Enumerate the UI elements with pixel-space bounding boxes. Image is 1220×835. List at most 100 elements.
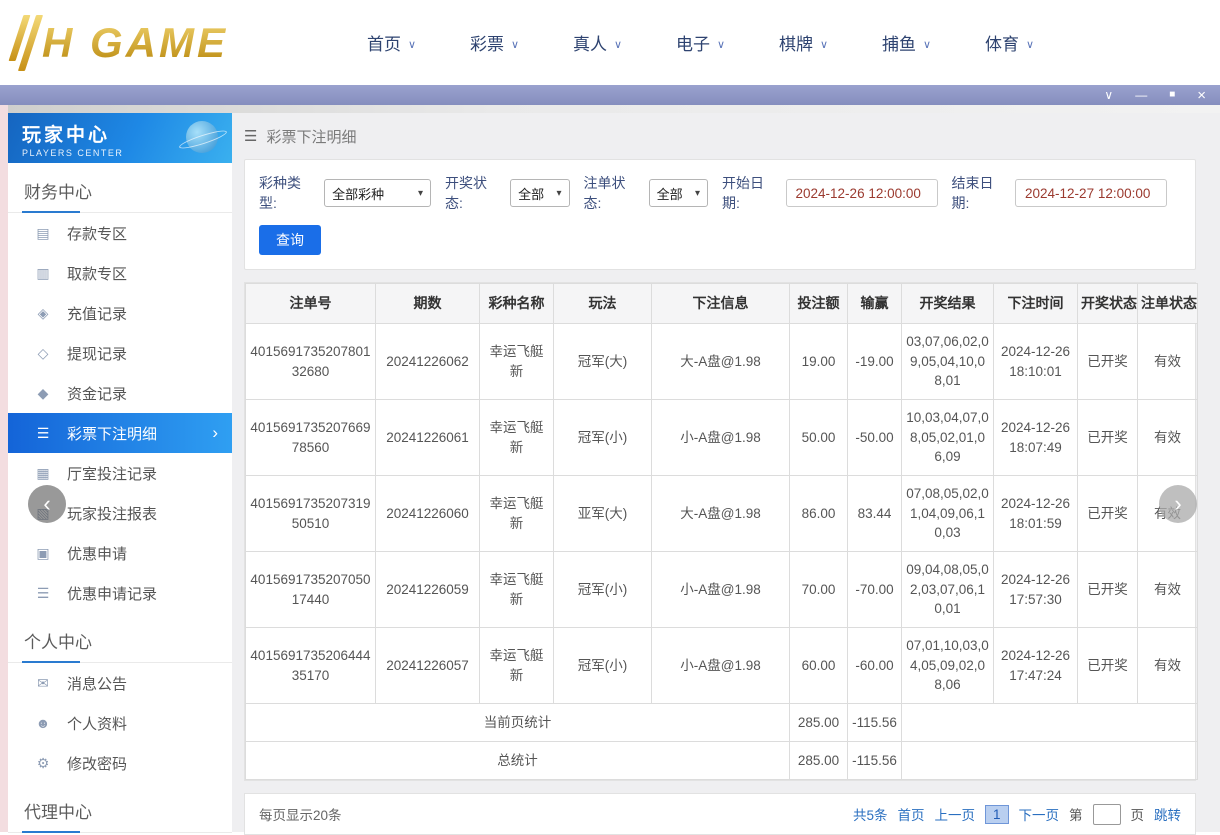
table-cell: 已开奖 (1077, 551, 1138, 628)
sidebar-item-promo-apply-records[interactable]: ☰ 优惠申请记录 (8, 573, 232, 613)
sidebar-item-label: 充值记录 (67, 305, 128, 323)
carousel-right-arrow[interactable]: › (1159, 485, 1197, 523)
table-cell: 401569173520731950510 (245, 475, 376, 552)
summary-bet-total: 285.00 (789, 741, 848, 780)
lottery-type-select[interactable]: 全部彩种 ▾ (324, 179, 431, 207)
table-cell: 幸运飞艇新 (479, 323, 554, 400)
table-cell: 401569173520780132680 (245, 323, 376, 400)
table-cell: 幸运飞艇新 (479, 551, 554, 628)
table-cell: 2024-12-26 18:10:01 (993, 323, 1078, 400)
summary-label: 当前页统计 (245, 703, 790, 742)
collapse-icon[interactable]: ∨ (1104, 89, 1113, 101)
chevron-down-icon: ∨ (716, 38, 726, 51)
table-cell: 幸运飞艇新 (479, 399, 554, 476)
sidebar-item-recharge-records[interactable]: ◈ 充值记录 (8, 293, 232, 333)
minimize-icon[interactable]: — (1135, 89, 1147, 101)
page-jump-input[interactable] (1092, 803, 1121, 825)
table-cell: 2024-12-26 17:57:30 (993, 551, 1078, 628)
maximize-icon[interactable]: ■ (1169, 90, 1175, 100)
section-personal-center: 个人中心 (8, 613, 232, 663)
chevron-down-icon: ▾ (417, 187, 423, 199)
first-page-link[interactable]: 首页 (897, 804, 924, 824)
table-cell: 09,04,08,05,02,03,07,06,10,01 (901, 551, 994, 628)
sidebar-item-withdraw-zone[interactable]: ▥ 取款专区 (8, 253, 232, 293)
nav-live[interactable]: 真人 ∨ (546, 30, 649, 55)
nav-home[interactable]: 首页 ∨ (340, 30, 443, 55)
page-summary-row: 当前页统计 285.00 -115.56 (245, 703, 1198, 742)
deposit-icon: ▤ (36, 224, 50, 241)
sidebar-item-lottery-bet-details[interactable]: ☰ 彩票下注明细 › (8, 413, 232, 453)
table-cell: 有效 (1137, 627, 1198, 704)
table-cell: 小-A盘@1.98 (651, 399, 790, 476)
site-logo[interactable]: H GAME (8, 14, 296, 71)
main-content: ☰ 彩票下注明细 彩种类型: 全部彩种 ▾ 开奖状态: 全部 ▾ 注单状态: 全… (232, 113, 1220, 835)
sidebar-item-announcements[interactable]: ✉ 消息公告 (8, 663, 232, 703)
total-summary-row: 总统计 285.00 -115.56 (245, 741, 1198, 780)
table-cell: -50.00 (847, 399, 902, 476)
gift-icon: ▣ (36, 544, 50, 561)
list-icon: ☰ (36, 584, 50, 601)
start-date-label: 开始日期: (722, 175, 765, 211)
table-cell: 10,03,04,07,08,05,02,01,06,09 (901, 399, 994, 476)
table-cell: 有效 (1137, 323, 1198, 400)
chevron-down-icon: ∨ (1025, 38, 1035, 51)
table-cell: 冠军(小) (553, 399, 652, 476)
pager-controls: 共5条 首页 上一页 1 下一页 第 页 跳转 (853, 803, 1181, 825)
carousel-left-arrow[interactable]: ‹ (28, 485, 66, 523)
globe-icon (186, 121, 218, 153)
nav-lottery[interactable]: 彩票 ∨ (443, 30, 546, 55)
nav-fishing[interactable]: 捕鱼 ∨ (855, 30, 958, 55)
summary-win-loss: -115.56 (847, 703, 902, 742)
order-status-value: 全部 (656, 186, 683, 202)
column-header: 玩法 (553, 283, 652, 324)
chevron-right-icon: › (212, 423, 218, 442)
logo-icon (8, 14, 44, 71)
column-header: 彩种名称 (479, 283, 554, 324)
table-cell: 有效 (1137, 399, 1198, 476)
lottery-type-label: 彩种类型: (259, 175, 301, 211)
sidebar-item-profile[interactable]: ☻ 个人资料 (8, 703, 232, 743)
query-button[interactable]: 查询 (259, 225, 321, 255)
summary-empty-cell (901, 741, 1198, 780)
close-icon[interactable]: × (1197, 88, 1206, 103)
section-finance-center: 财务中心 (8, 163, 232, 213)
sidebar-item-label: 修改密码 (67, 755, 128, 773)
table-cell: 83.44 (847, 475, 902, 552)
sidebar-item-promo-apply[interactable]: ▣ 优惠申请 (8, 533, 232, 573)
sidebar: 玩家中心 PLAYERS CENTER 财务中心 ▤ 存款专区 ▥ 取款专区 ◈… (8, 113, 232, 833)
table-cell: 大-A盘@1.98 (651, 475, 790, 552)
sidebar-item-deposit-zone[interactable]: ▤ 存款专区 (8, 213, 232, 253)
main-nav: 首页 ∨ 彩票 ∨ 真人 ∨ 电子 ∨ 棋牌 ∨ 捕鱼 ∨ 体育 ∨ (340, 30, 1061, 55)
current-page[interactable]: 1 (984, 804, 1009, 824)
next-page-link[interactable]: 下一页 (1019, 804, 1060, 824)
nav-sports[interactable]: 体育 ∨ (958, 30, 1061, 55)
sidebar-item-withdrawal-records[interactable]: ◇ 提现记录 (8, 333, 232, 373)
draw-status-select[interactable]: 全部 ▾ (510, 179, 570, 207)
start-date-input[interactable] (785, 179, 938, 207)
nav-chess[interactable]: 棋牌 ∨ (752, 30, 855, 55)
end-date-input[interactable] (1015, 179, 1168, 207)
sidebar-subtitle: PLAYERS CENTER (22, 148, 124, 158)
nav-slots[interactable]: 电子 ∨ (649, 30, 752, 55)
order-status-label: 注单状态: (583, 175, 626, 211)
sidebar-item-label: 个人资料 (67, 715, 128, 733)
nav-label: 真人 (572, 35, 607, 54)
window-chrome-bar: ∨ — ■ × (0, 85, 1220, 105)
table-cell: 2024-12-26 17:47:24 (993, 627, 1078, 704)
sidebar-item-funds-records[interactable]: ◆ 资金记录 (8, 373, 232, 413)
table-cell: 03,07,06,02,09,05,04,10,08,01 (901, 323, 994, 400)
sidebar-item-change-password[interactable]: ⚙ 修改密码 (8, 743, 232, 783)
recharge-icon: ◈ (37, 304, 49, 321)
table-row: 401569173520731950510 20241226060 幸运飞艇新 … (245, 475, 1198, 552)
table-cell: 86.00 (789, 475, 848, 552)
prev-page-link[interactable]: 上一页 (934, 804, 975, 824)
table-row: 401569173520705017440 20241226059 幸运飞艇新 … (245, 551, 1198, 628)
order-status-select[interactable]: 全部 ▾ (648, 179, 709, 207)
table-cell: -70.00 (847, 551, 902, 628)
menu-icon[interactable]: ☰ (244, 127, 257, 145)
chevron-down-icon: ▾ (556, 187, 562, 199)
draw-status-value: 全部 (518, 186, 545, 202)
jump-button[interactable]: 跳转 (1154, 804, 1181, 824)
table-cell: 60.00 (789, 627, 848, 704)
page-background-strip (0, 105, 8, 832)
